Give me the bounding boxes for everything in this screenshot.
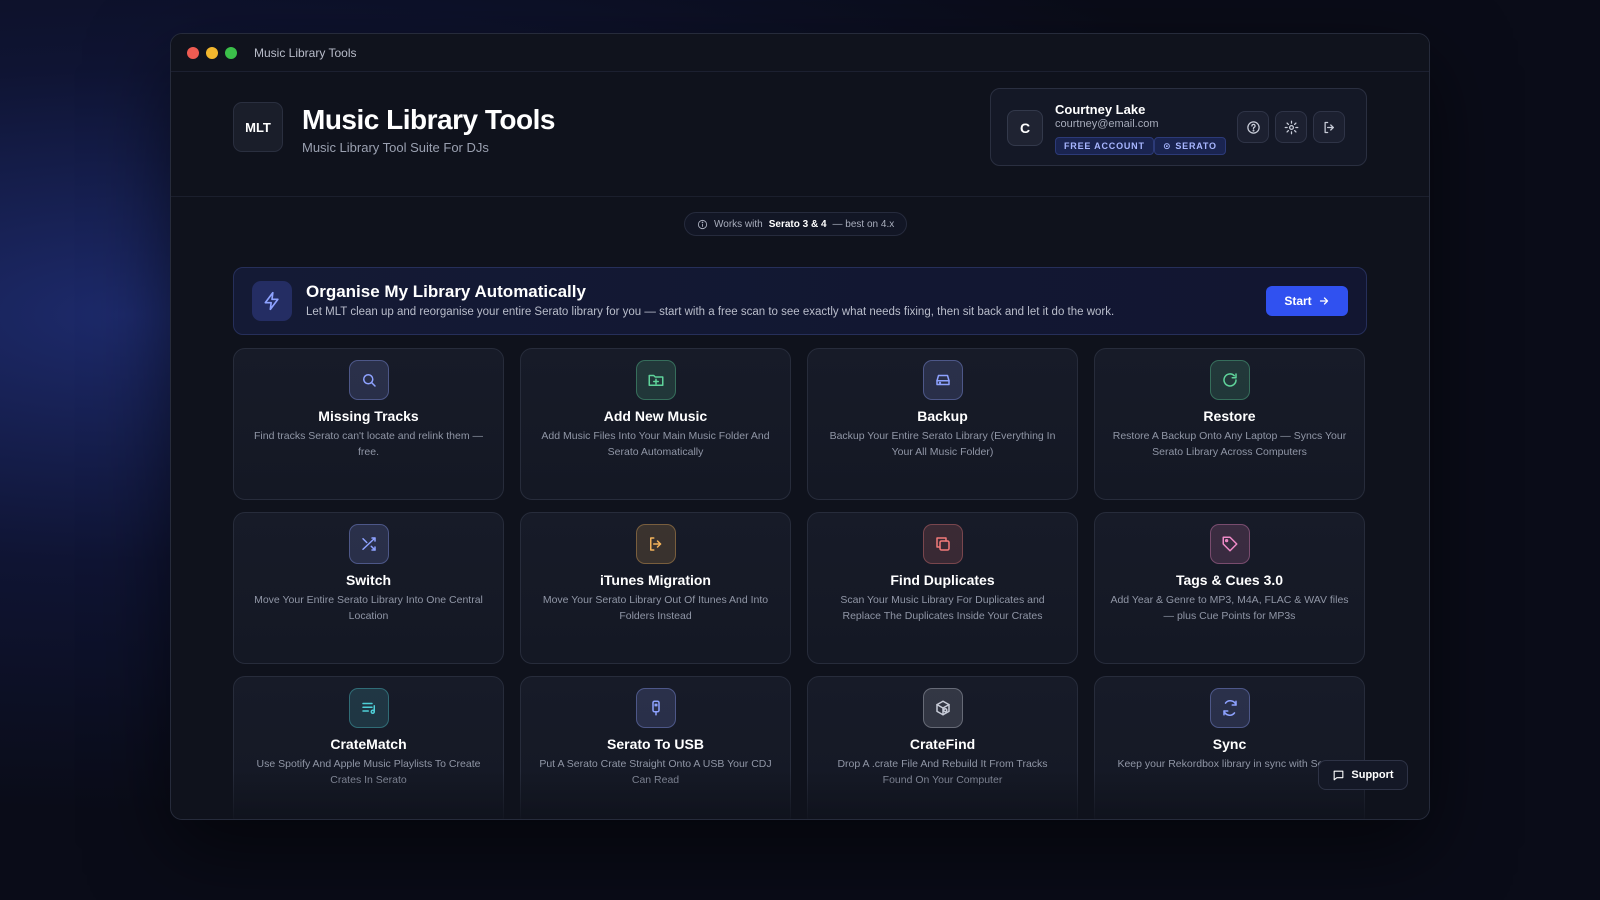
compatibility-notice: Works with Serato 3 & 4 — best on 4.x xyxy=(684,212,908,236)
tool-card-missing-tracks[interactable]: Missing Tracks Find tracks Serato can't l… xyxy=(233,348,504,500)
tool-title: Switch xyxy=(345,572,392,588)
app-window: Music Library Tools MLT Music Library To… xyxy=(170,33,1430,820)
app-subtitle: Music Library Tool Suite For DJs xyxy=(302,140,489,155)
tool-card-restore[interactable]: Restore Restore A Backup Onto Any Laptop … xyxy=(1094,348,1365,500)
tool-title: Missing Tracks xyxy=(318,408,419,424)
tool-description: Find tracks Serato can't locate and reli… xyxy=(253,430,484,458)
auto-organise-banner: Organise My Library Automatically Let ML… xyxy=(233,267,1367,335)
lightning-icon xyxy=(252,281,292,321)
title-bar: Music Library Tools xyxy=(171,34,1429,72)
tool-description: Use Spotify And Apple Music Playlists To… xyxy=(256,758,481,786)
tool-card-cratefind[interactable]: CrateFind Drop A .crate File And Rebuild … xyxy=(807,676,1078,819)
minimize-window-button[interactable] xyxy=(206,46,218,59)
settings-button[interactable] xyxy=(1275,111,1307,143)
tool-title: Add New Music xyxy=(603,408,708,424)
maximize-window-button[interactable] xyxy=(225,46,237,59)
support-label: Support xyxy=(1351,769,1394,781)
search-icon xyxy=(349,360,389,400)
playlist-icon xyxy=(349,688,389,728)
help-button[interactable] xyxy=(1237,111,1269,143)
hard-drive-icon xyxy=(923,360,963,400)
banner-title: Organise My Library Automatically xyxy=(306,282,586,301)
serato-badge: ⊙ SERATO xyxy=(1154,137,1226,155)
logout-button[interactable] xyxy=(1313,111,1345,143)
gear-icon xyxy=(1284,120,1298,134)
tool-title: Restore xyxy=(1203,408,1256,424)
free-account-badge-label: FREE ACCOUNT xyxy=(1064,141,1145,151)
banner-description: Let MLT clean up and reorganise your ent… xyxy=(306,306,1115,318)
app-header: MLT Music Library Tools Music Library To… xyxy=(171,72,1429,197)
tool-description: Move Your Entire Serato Library Into One… xyxy=(254,594,483,622)
tool-card-sync[interactable]: Sync Keep your Rekordbox library in sync … xyxy=(1094,676,1365,819)
info-icon xyxy=(697,219,708,229)
tool-title: Serato To USB xyxy=(607,736,704,752)
tool-description: Drop A .crate File And Rebuild It From T… xyxy=(837,758,1048,786)
serato-badge-label: SERATO xyxy=(1175,141,1217,151)
compat-prefix: Works with xyxy=(714,218,763,230)
tool-title: Find Duplicates xyxy=(890,572,995,588)
compat-suffix: — best on 4.x xyxy=(832,218,895,230)
close-window-button[interactable] xyxy=(187,46,199,59)
window-title: Music Library Tools xyxy=(254,45,357,60)
tool-title: iTunes Migration xyxy=(600,572,711,588)
shuffle-icon xyxy=(349,524,389,564)
free-account-badge: FREE ACCOUNT xyxy=(1055,137,1154,155)
avatar: C xyxy=(1007,110,1043,146)
tool-title: Backup xyxy=(917,408,968,424)
tool-title: Tags & Cues 3.0 xyxy=(1175,572,1284,588)
tool-description: Add Music Files Into Your Main Music Fol… xyxy=(541,430,770,458)
tool-description: Restore A Backup Onto Any Laptop — Syncs… xyxy=(1112,430,1347,458)
compat-highlight: Serato 3 & 4 xyxy=(768,218,827,230)
tag-icon xyxy=(1210,524,1250,564)
app-logo: MLT xyxy=(233,102,283,152)
chat-icon xyxy=(1334,770,1344,780)
tool-description: Put A Serato Crate Straight Onto A USB Y… xyxy=(539,758,772,786)
tool-title: Sync xyxy=(1212,736,1247,752)
folder-plus-icon xyxy=(636,360,676,400)
logout-icon xyxy=(1324,121,1334,133)
start-button-label: Start xyxy=(1284,294,1312,308)
tool-description: Backup Your Entire Serato Library (Every… xyxy=(829,430,1056,458)
tool-card-tags-cues-3-0[interactable]: Tags & Cues 3.0 Add Year & Genre to MP3, … xyxy=(1094,512,1365,664)
support-button[interactable]: Support xyxy=(1318,760,1408,790)
copy-icon xyxy=(923,524,963,564)
account-panel: C Courtney Lake courtney@email.com FREE … xyxy=(990,88,1367,166)
tool-description: Move Your Serato Library Out Of Itunes A… xyxy=(542,594,769,622)
tool-card-itunes-migration[interactable]: iTunes Migration Move Your Serato Library… xyxy=(520,512,791,664)
sync-icon xyxy=(1210,688,1250,728)
help-icon xyxy=(1246,120,1260,134)
account-name: Courtney Lake xyxy=(1055,102,1146,117)
tool-card-backup[interactable]: Backup Backup Your Entire Serato Library … xyxy=(807,348,1078,500)
tool-card-add-new-music[interactable]: Add New Music Add Music Files Into Your M… xyxy=(520,348,791,500)
tool-card-find-duplicates[interactable]: Find Duplicates Scan Your Music Library F… xyxy=(807,512,1078,664)
tool-card-serato-to-usb[interactable]: Serato To USB Put A Serato Crate Straight… xyxy=(520,676,791,819)
account-email: courtney@email.com xyxy=(1055,118,1159,130)
serato-icon: ⊙ xyxy=(1163,140,1172,151)
tool-card-switch[interactable]: Switch Move Your Entire Serato Library In… xyxy=(233,512,504,664)
tool-description: Keep your Rekordbox library in sync with… xyxy=(1117,758,1342,770)
box-search-icon xyxy=(923,688,963,728)
tool-title: CrateMatch xyxy=(330,736,407,752)
tool-card-cratematch[interactable]: CrateMatch Use Spotify And Apple Music Pl… xyxy=(233,676,504,819)
refresh-icon xyxy=(1210,360,1250,400)
start-button[interactable]: Start xyxy=(1266,286,1348,316)
app-name: Music Library Tools xyxy=(302,104,555,135)
usb-icon xyxy=(636,688,676,728)
log-out-icon xyxy=(636,524,676,564)
tool-description: Add Year & Genre to MP3, M4A, FLAC & WAV… xyxy=(1110,594,1349,622)
arrow-right-icon xyxy=(1319,297,1328,305)
tool-title: CrateFind xyxy=(909,736,976,752)
tool-description: Scan Your Music Library For Duplicates a… xyxy=(840,594,1045,622)
